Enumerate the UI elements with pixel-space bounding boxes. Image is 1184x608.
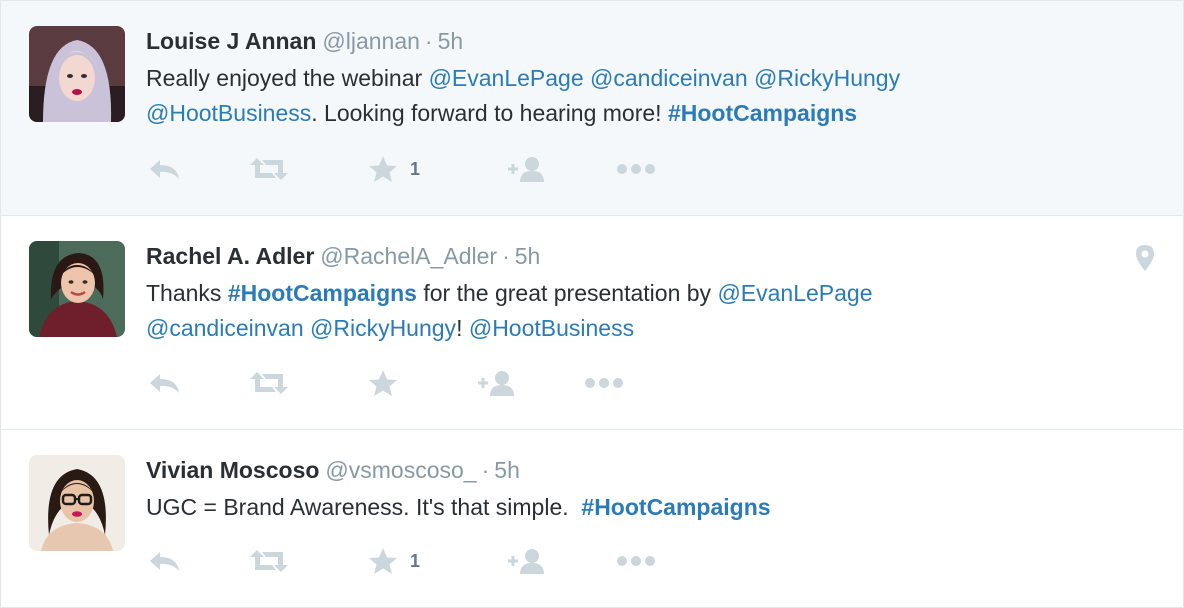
mention-link[interactable]: @RickyHungy: [310, 315, 456, 341]
tweet-text: UGC = Brand Awareness. It's that simple.…: [146, 490, 1106, 525]
retweet-button[interactable]: [248, 154, 290, 184]
mention-link[interactable]: @candiceinvan: [146, 315, 304, 341]
more-icon: [585, 378, 623, 388]
text-segment: Thanks: [146, 280, 228, 306]
hashtag-link[interactable]: #HootCampaigns: [668, 100, 857, 126]
follow-button[interactable]: [476, 368, 516, 398]
text-segment: . Looking forward to hearing more!: [311, 100, 668, 126]
tweet-actions: 1: [146, 154, 746, 184]
fullname-link[interactable]: Rachel A. Adler: [146, 243, 314, 269]
fullname-link[interactable]: Louise J Annan: [146, 28, 316, 54]
favorite-count: 1: [410, 158, 421, 179]
retweet-button[interactable]: [248, 546, 290, 576]
text-segment: for the great presentation by: [416, 280, 718, 306]
mention-link[interactable]: @HootBusiness: [469, 315, 634, 341]
reply-button[interactable]: [148, 154, 182, 184]
avatar[interactable]: [29, 26, 125, 122]
tweet-item[interactable]: Louise J Annan @ljannan · 5h Really enjoyed…: [1, 1, 1183, 216]
retweet-icon: [250, 372, 288, 394]
retweet-icon: [250, 550, 288, 572]
tweet-header: Rachel A. Adler @RachelA_Adler · 5h: [146, 241, 540, 271]
username-link[interactable]: @ljannan: [322, 28, 420, 54]
hashtag-link[interactable]: #HootCampaigns: [228, 280, 417, 306]
tweet-actions: [146, 368, 746, 398]
location-button[interactable]: [1135, 244, 1155, 272]
reply-button[interactable]: [148, 546, 182, 576]
username-link[interactable]: @RachelA_Adler: [320, 243, 497, 269]
mention-link[interactable]: @HootBusiness: [146, 100, 311, 126]
favorite-button[interactable]: [368, 368, 410, 398]
follow-icon: [508, 157, 544, 182]
star-icon: [369, 370, 397, 396]
favorite-button[interactable]: 1: [368, 154, 420, 184]
retweet-icon: [250, 158, 288, 180]
reply-icon: [150, 374, 179, 393]
avatar[interactable]: [29, 241, 125, 337]
avatar-image-vivian: [29, 455, 125, 551]
reply-icon: [150, 552, 179, 571]
follow-button[interactable]: [506, 546, 546, 576]
favorite-count: 1: [410, 550, 421, 571]
separator-dot: ·: [424, 28, 433, 54]
username-link[interactable]: @vsmoscoso_: [325, 457, 476, 483]
avatar[interactable]: [29, 455, 125, 551]
separator-dot: ·: [481, 457, 490, 483]
more-button[interactable]: [616, 546, 656, 576]
tweet-header: Louise J Annan @ljannan · 5h: [146, 26, 463, 56]
text-segment: !: [456, 315, 469, 341]
mention-link[interactable]: @EvanLePage: [717, 280, 872, 306]
more-button[interactable]: [584, 368, 624, 398]
favorite-button[interactable]: 1: [368, 546, 420, 576]
text-segment: Really enjoyed the webinar: [146, 65, 429, 91]
follow-button[interactable]: [506, 154, 546, 184]
timestamp-link[interactable]: 5h: [494, 457, 520, 483]
follow-icon: [478, 371, 514, 396]
mention-link[interactable]: @EvanLePage: [429, 65, 584, 91]
tweet-header: Vivian Moscoso @vsmoscoso_ · 5h: [146, 455, 520, 485]
separator-dot: ·: [502, 243, 510, 269]
mention-link[interactable]: @candiceinvan: [590, 65, 748, 91]
reply-icon: [150, 160, 179, 179]
avatar-image-rachel: [29, 241, 125, 337]
more-icon: [617, 164, 655, 174]
more-button[interactable]: [616, 154, 656, 184]
avatar-image-louise: [29, 26, 125, 122]
timestamp-link[interactable]: 5h: [515, 243, 541, 269]
more-icon: [617, 556, 655, 566]
text-segment: UGC = Brand Awareness. It's that simple.: [146, 494, 582, 520]
tweet-timeline: Louise J Annan @ljannan · 5h Really enjoyed…: [0, 0, 1183, 607]
location-pin-icon: [1136, 245, 1154, 271]
hashtag-link[interactable]: #HootCampaigns: [581, 494, 770, 520]
fullname-link[interactable]: Vivian Moscoso: [146, 457, 319, 483]
retweet-button[interactable]: [248, 368, 290, 398]
tweet-actions: 1: [146, 546, 746, 576]
mention-link[interactable]: @RickyHungy: [754, 65, 900, 91]
follow-icon: [508, 549, 544, 574]
reply-button[interactable]: [148, 368, 182, 398]
tweet-text: Really enjoyed the webinar @EvanLePage @…: [146, 61, 1106, 131]
timestamp-link[interactable]: 5h: [438, 28, 464, 54]
tweet-item[interactable]: Vivian Moscoso @vsmoscoso_ · 5h UGC = Brand…: [1, 430, 1183, 607]
star-icon: [369, 548, 397, 574]
star-icon: [369, 156, 397, 182]
tweet-item[interactable]: Rachel A. Adler @RachelA_Adler · 5h Thanks …: [1, 216, 1183, 430]
tweet-text: Thanks #HootCampaigns for the great pres…: [146, 276, 1106, 346]
